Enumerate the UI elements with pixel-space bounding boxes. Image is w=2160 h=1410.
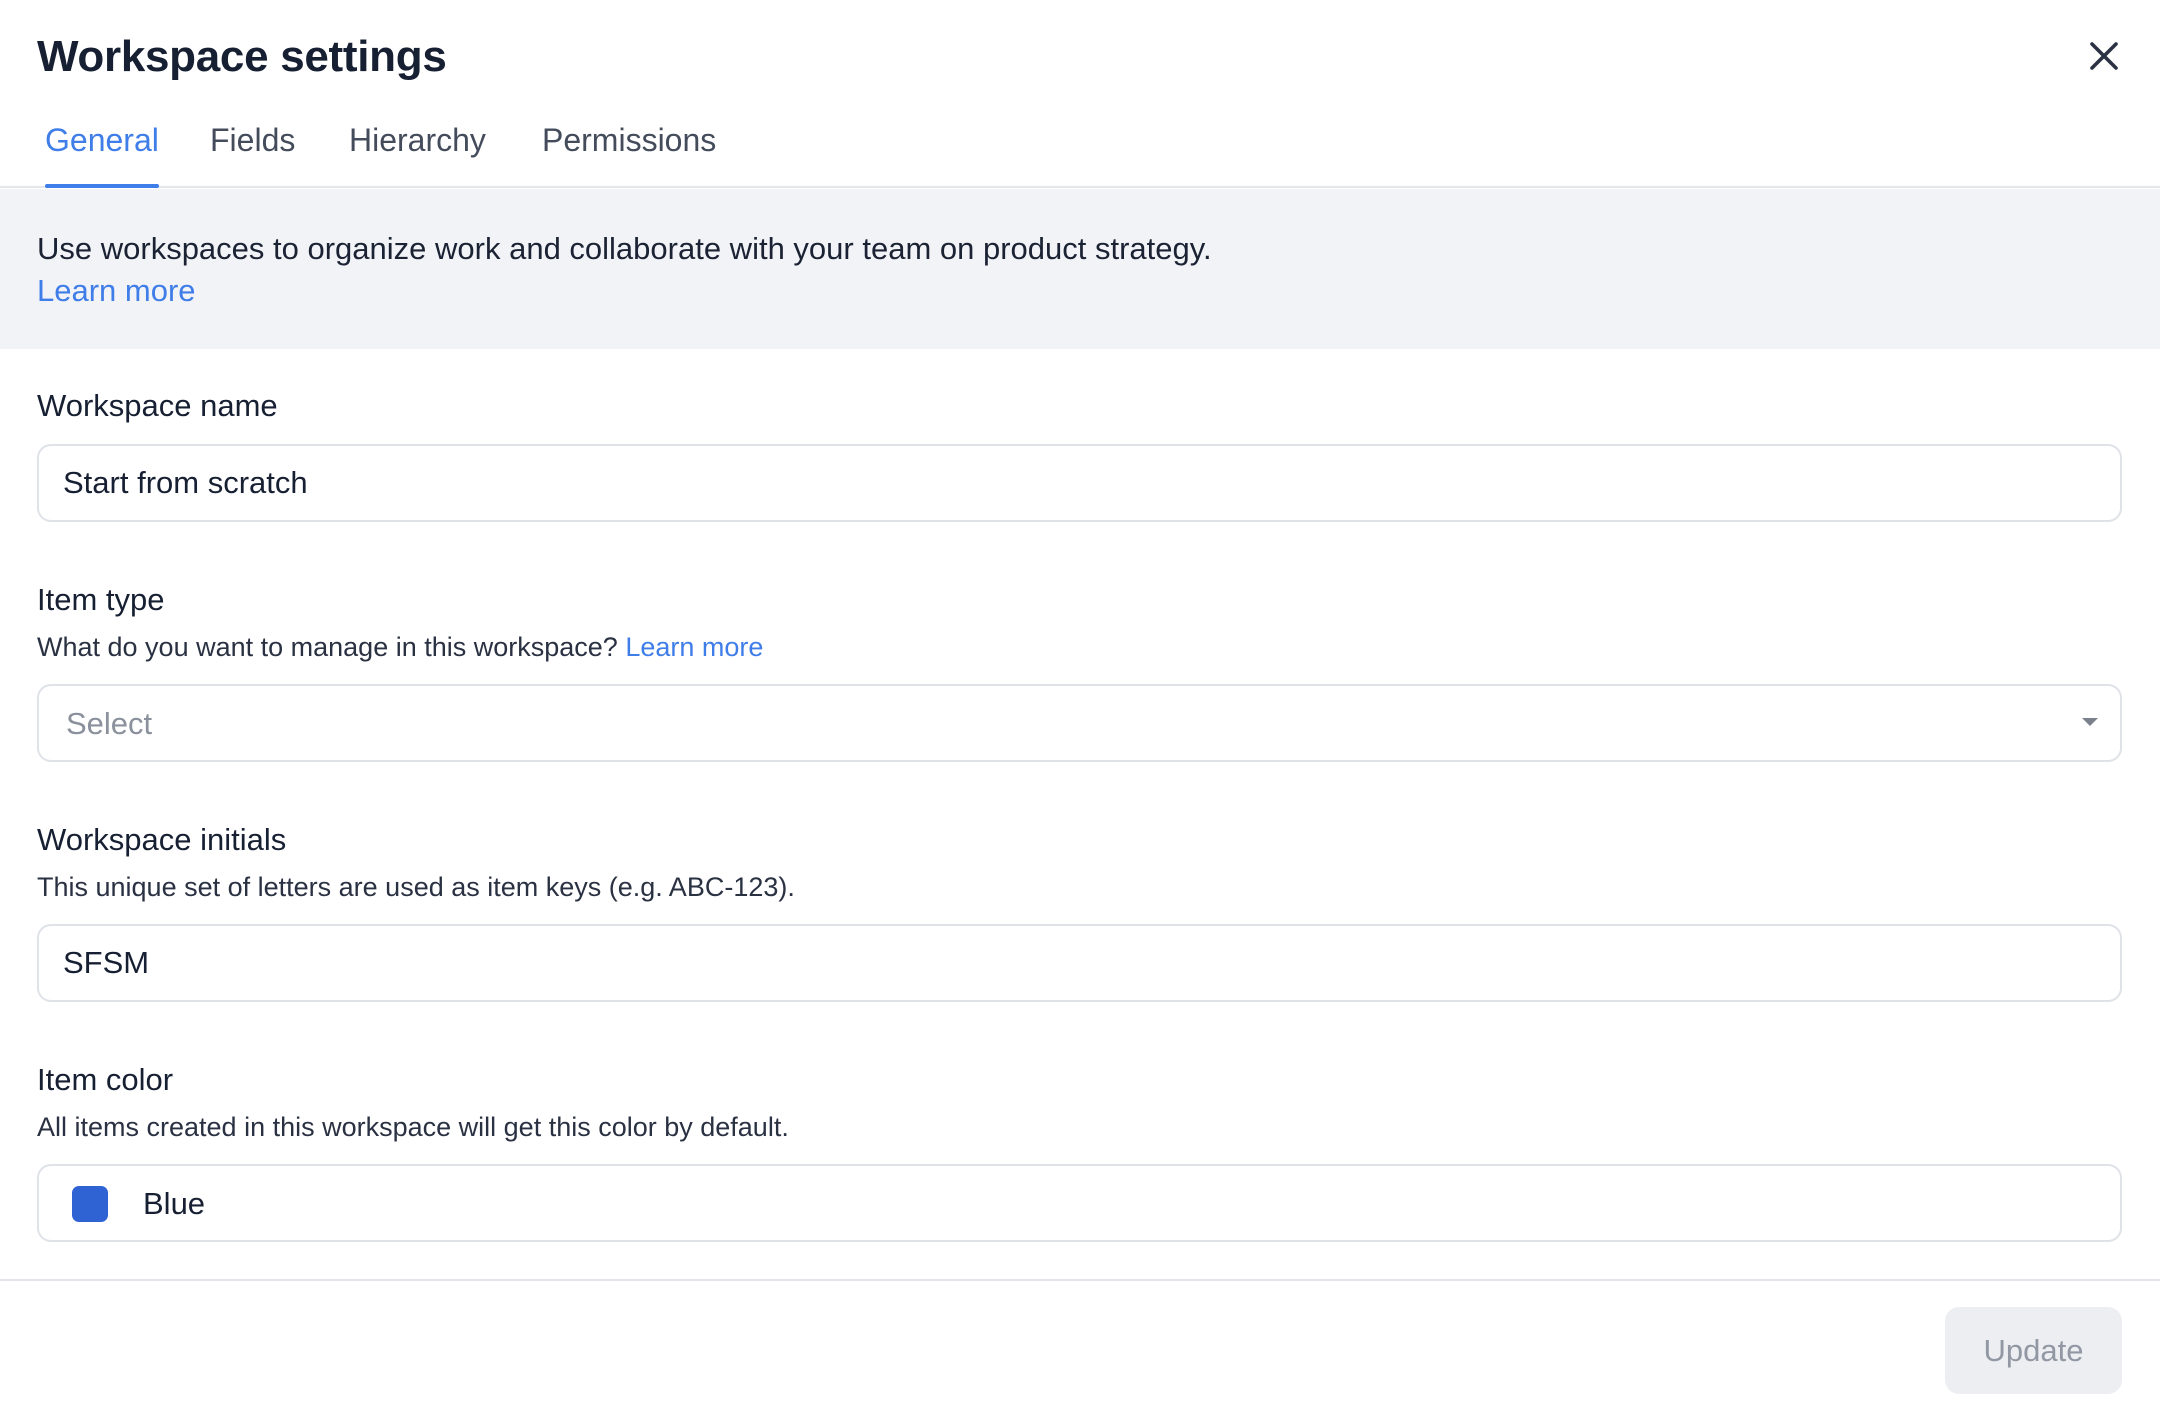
footer-divider [0, 1279, 2160, 1281]
workspace-name-input[interactable] [37, 444, 2122, 522]
item-type-select[interactable]: Select [37, 684, 2122, 762]
info-banner: Use workspaces to organize work and coll… [0, 189, 2160, 349]
color-swatch [72, 1186, 108, 1222]
banner-text: Use workspaces to organize work and coll… [37, 231, 1212, 266]
workspace-initials-help: This unique set of letters are used as i… [37, 872, 795, 902]
item-type-learn-more-link[interactable]: Learn more [625, 632, 763, 662]
workspace-initials-input[interactable] [37, 924, 2122, 1002]
tab-bar: General Fields Hierarchy Permissions [0, 110, 2160, 188]
tab-fields[interactable]: Fields [210, 120, 295, 186]
workspace-name-label: Workspace name [37, 388, 278, 423]
item-type-label: Item type [37, 582, 165, 617]
item-color-value: Blue [143, 1186, 206, 1221]
close-icon [2090, 42, 2118, 70]
tab-general[interactable]: General [45, 120, 159, 188]
item-type-help-text: What do you want to manage in this works… [37, 632, 618, 662]
dialog-title: Workspace settings [37, 32, 447, 81]
tab-permissions[interactable]: Permissions [542, 120, 716, 186]
tab-hierarchy[interactable]: Hierarchy [349, 120, 486, 186]
update-button[interactable]: Update [1945, 1307, 2122, 1394]
close-button[interactable] [2078, 30, 2130, 82]
banner-learn-more-link[interactable]: Learn more [37, 271, 196, 311]
item-color-picker[interactable]: Blue [37, 1164, 2122, 1242]
workspace-settings-dialog: Workspace settings General Fields Hierar… [0, 0, 2160, 1410]
item-type-placeholder: Select [66, 706, 153, 741]
item-type-help: What do you want to manage in this works… [37, 629, 763, 665]
chevron-down-icon [2082, 718, 2098, 726]
item-color-label: Item color [37, 1062, 174, 1097]
item-color-help: All items created in this workspace will… [37, 1112, 789, 1142]
workspace-initials-label: Workspace initials [37, 822, 287, 857]
